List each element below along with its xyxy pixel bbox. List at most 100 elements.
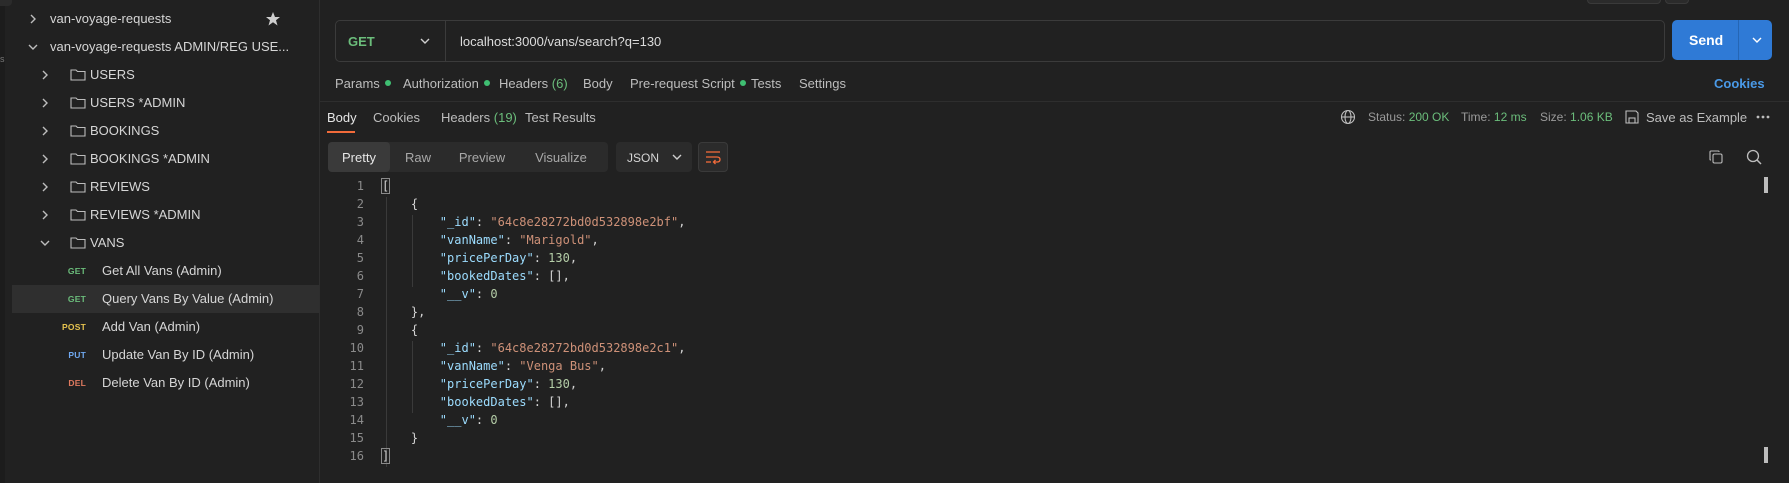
top-toolbar [1587, 0, 1689, 4]
request-item-delete-van[interactable]: DEL Delete Van By ID (Admin) [12, 369, 319, 397]
json-value: 0 [490, 287, 498, 301]
folder-item-users-admin[interactable]: USERS *ADMIN [12, 89, 319, 117]
folder-icon [70, 97, 86, 109]
top-toolbar-button[interactable] [1665, 0, 1689, 4]
folder-label: REVIEWS [90, 179, 150, 194]
collection-item[interactable]: van-voyage-requests ADMIN/REG USE... [12, 33, 319, 61]
scrollbar-marker[interactable] [1764, 447, 1768, 463]
view-raw-button[interactable]: Raw [390, 142, 446, 172]
line-number: 10 [349, 341, 364, 355]
copy-icon[interactable] [1708, 149, 1724, 165]
tab-headers[interactable]: Headers (6) [499, 76, 568, 91]
tab-pre-request-script[interactable]: Pre-request Script [630, 76, 746, 91]
chevron-right-icon[interactable] [40, 182, 50, 192]
line-number: 1 [356, 179, 364, 193]
method-select-value: GET [348, 34, 375, 49]
status-label: Status: [1368, 110, 1406, 124]
send-button[interactable]: Send [1672, 20, 1772, 60]
response-body-editor[interactable]: 1[ 2 { 3 "_id": "64c8e28272bd0d532898e2b… [320, 177, 1789, 477]
folder-icon [70, 125, 86, 137]
request-item-add-van[interactable]: POST Add Van (Admin) [12, 313, 319, 341]
tab-body[interactable]: Body [583, 76, 613, 91]
cookies-link[interactable]: Cookies [1714, 76, 1765, 91]
method-select[interactable]: GET [336, 21, 446, 61]
send-divider [1738, 20, 1739, 60]
chevron-right-icon[interactable] [40, 154, 50, 164]
json-key: "bookedDates" [439, 395, 534, 409]
size-value: 1.06 KB [1570, 110, 1613, 124]
wrap-lines-button[interactable] [698, 142, 728, 172]
line-number: 13 [349, 395, 364, 409]
more-options-icon[interactable] [1755, 109, 1771, 125]
json-key: "_id" [439, 341, 476, 355]
sidebar-edge [0, 0, 5, 483]
chevron-right-icon[interactable] [40, 210, 50, 220]
folder-icon [70, 237, 86, 249]
tab-authorization[interactable]: Authorization [403, 76, 490, 91]
json-key: "bookedDates" [439, 269, 534, 283]
chevron-down-icon[interactable] [28, 42, 38, 52]
chevron-right-icon[interactable] [28, 14, 38, 24]
folder-item-vans[interactable]: VANS [12, 229, 319, 257]
send-options-chevron-icon[interactable] [1752, 35, 1762, 45]
folder-item-reviews-admin[interactable]: REVIEWS *ADMIN [12, 201, 319, 229]
scrollbar-marker[interactable] [1764, 177, 1768, 193]
indicator-dot [483, 80, 490, 86]
json-value: [] [548, 395, 563, 409]
folder-label: REVIEWS *ADMIN [90, 207, 201, 222]
save-as-example-button[interactable]: Save as Example [1646, 110, 1747, 125]
line-number: 2 [356, 197, 364, 211]
line-number: 9 [356, 323, 364, 337]
view-preview-button[interactable]: Preview [446, 142, 518, 172]
top-toolbar-button[interactable] [1587, 0, 1661, 4]
collection-item[interactable]: van-voyage-requests [12, 5, 319, 33]
format-select[interactable]: JSON [616, 142, 692, 172]
view-pretty-button[interactable]: Pretty [328, 142, 390, 172]
request-item-query-vans[interactable]: GET Query Vans By Value (Admin) [12, 285, 319, 313]
chevron-right-icon[interactable] [40, 70, 50, 80]
request-label: Update Van By ID (Admin) [102, 347, 255, 362]
globe-icon[interactable] [1340, 109, 1356, 125]
line-number: 15 [349, 431, 364, 445]
tab-params[interactable]: Params [335, 76, 391, 91]
request-label: Query Vans By Value (Admin) [102, 291, 274, 306]
tab-settings[interactable]: Settings [799, 76, 846, 91]
json-bracket: ] [380, 448, 391, 464]
tab-tests[interactable]: Tests [751, 76, 781, 91]
url-input[interactable]: localhost:3000/vans/search?q=130 [460, 34, 661, 49]
time-value: 12 ms [1493, 110, 1527, 124]
json-value: "64c8e28272bd0d532898e2c1" [490, 341, 679, 355]
view-visualize-button[interactable]: Visualize [518, 142, 604, 172]
response-tab-headers[interactable]: Headers (19) [441, 110, 517, 125]
status-info[interactable]: Status: 200 OK [1368, 110, 1449, 128]
folder-item-users[interactable]: USERS [12, 61, 319, 89]
chevron-right-icon[interactable] [40, 126, 50, 136]
line-number: 8 [356, 305, 364, 319]
sidebar-edge-tab[interactable] [0, 0, 12, 6]
folder-item-bookings-admin[interactable]: BOOKINGS *ADMIN [12, 145, 319, 173]
chevron-right-icon[interactable] [40, 98, 50, 108]
tab-label: Pre-request Script [630, 76, 735, 91]
view-mode-group: Pretty Raw Preview Visualize [328, 142, 608, 172]
chevron-down-icon[interactable] [40, 238, 50, 248]
response-tab-cookies[interactable]: Cookies [373, 110, 420, 125]
folder-label: BOOKINGS *ADMIN [90, 151, 210, 166]
time-info[interactable]: Time: 12 ms [1461, 110, 1527, 128]
active-tab-underline [327, 131, 355, 133]
line-number: 7 [356, 287, 364, 301]
size-info[interactable]: Size: 1.06 KB [1540, 110, 1613, 128]
json-value: 130 [548, 251, 570, 265]
request-item-get-all-vans[interactable]: GET Get All Vans (Admin) [12, 257, 319, 285]
request-label: Get All Vans (Admin) [102, 263, 222, 278]
star-icon[interactable] [265, 11, 281, 27]
response-tab-body[interactable]: Body [327, 110, 357, 125]
line-number: 6 [356, 269, 364, 283]
method-badge: PUT [68, 350, 86, 360]
response-tab-test-results[interactable]: Test Results [525, 110, 596, 125]
folder-label: VANS [90, 235, 125, 250]
save-icon[interactable] [1624, 109, 1640, 125]
search-icon[interactable] [1745, 148, 1763, 166]
request-item-update-van[interactable]: PUT Update Van By ID (Admin) [12, 341, 319, 369]
folder-item-bookings[interactable]: BOOKINGS [12, 117, 319, 145]
folder-item-reviews[interactable]: REVIEWS [12, 173, 319, 201]
